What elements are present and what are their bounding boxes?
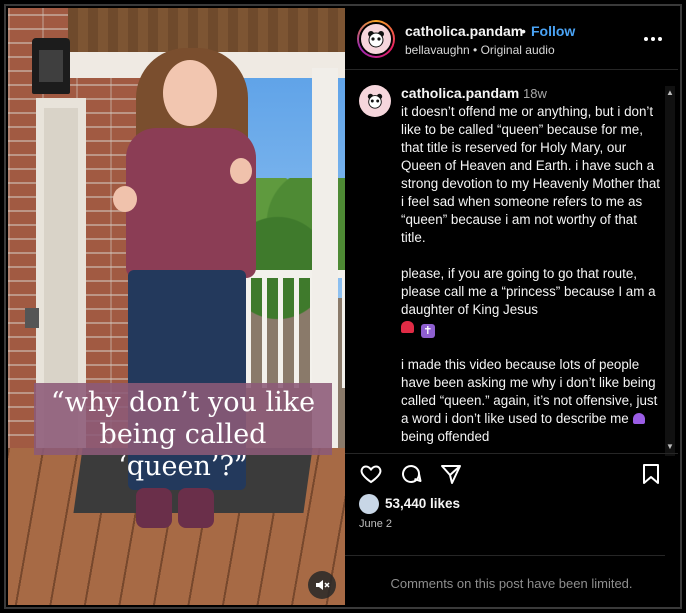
post-window: “why don’t you like being called ‘queen’… [0,0,686,613]
window-border [4,4,682,609]
